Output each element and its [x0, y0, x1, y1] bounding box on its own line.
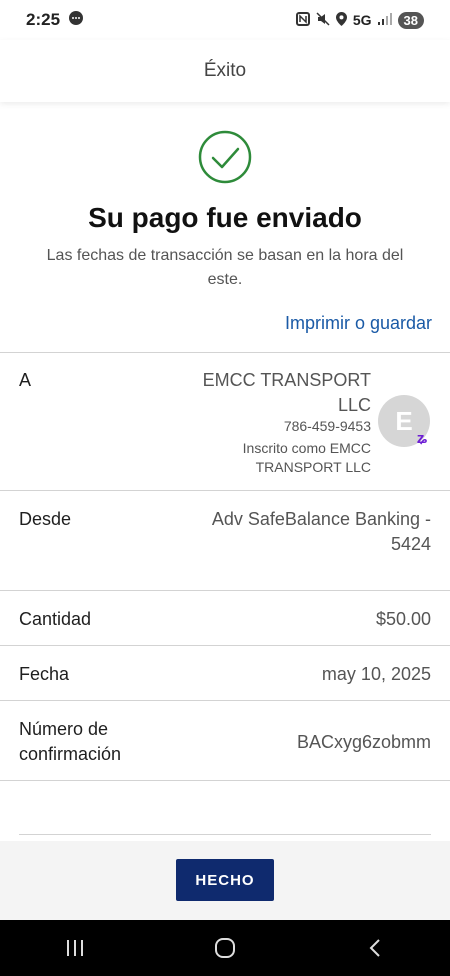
recipient-name: EMCC TRANSPORT LLC: [202, 370, 371, 415]
success-subtitle: Las fechas de transacción se basan en la…: [46, 247, 404, 288]
status-left: 2:25: [26, 10, 84, 31]
divider: [0, 780, 450, 781]
status-bar: 2:25 5G 38: [0, 0, 450, 40]
amount-label: Cantidad: [19, 609, 92, 629]
page-header: Éxito: [0, 40, 450, 102]
date-value: may 10, 2025: [321, 664, 431, 684]
mute-icon: [316, 11, 330, 29]
check-circle-icon: [198, 130, 252, 184]
confirmation-value: BACxyg6zobmm: [296, 732, 431, 752]
recipient-phone: 786-459-9453: [283, 418, 371, 434]
page-title: Éxito: [203, 60, 247, 81]
battery-badge: 38: [397, 11, 424, 29]
to-label: A: [19, 370, 32, 390]
done-button[interactable]: HECHO: [176, 859, 274, 901]
back-icon[interactable]: [355, 928, 395, 968]
status-time: 2:25: [26, 10, 61, 29]
amount-value: $50.00: [375, 609, 431, 629]
avatar-letter: E: [395, 405, 413, 436]
network-label: 5G: [352, 12, 372, 28]
success-title: Su pago fue enviado: [88, 202, 362, 233]
divider: [19, 834, 431, 835]
zelle-icon: ʑ: [416, 429, 428, 447]
divider: [0, 645, 450, 646]
message-icon: [68, 10, 84, 31]
from-account: Adv SafeBalance Banking - 5424: [211, 509, 431, 554]
system-nav-bar: [0, 920, 450, 976]
home-icon[interactable]: [205, 928, 245, 968]
divider: [0, 590, 450, 591]
nfc-icon: [295, 11, 310, 29]
print-or-save-link[interactable]: Imprimir o guardar: [285, 313, 432, 334]
signal-icon: [377, 12, 392, 28]
date-label: Fecha: [19, 664, 70, 684]
divider: [0, 700, 450, 701]
divider: [0, 352, 450, 353]
status-right: 5G 38: [295, 11, 424, 29]
location-icon: [335, 11, 347, 29]
recipient-registered: Inscrito como EMCC TRANSPORT LLC: [242, 440, 371, 475]
divider: [0, 490, 450, 491]
recent-apps-icon[interactable]: [55, 928, 95, 968]
from-label: Desde: [19, 509, 72, 529]
confirmation-label: Número de confirmación: [19, 719, 122, 764]
